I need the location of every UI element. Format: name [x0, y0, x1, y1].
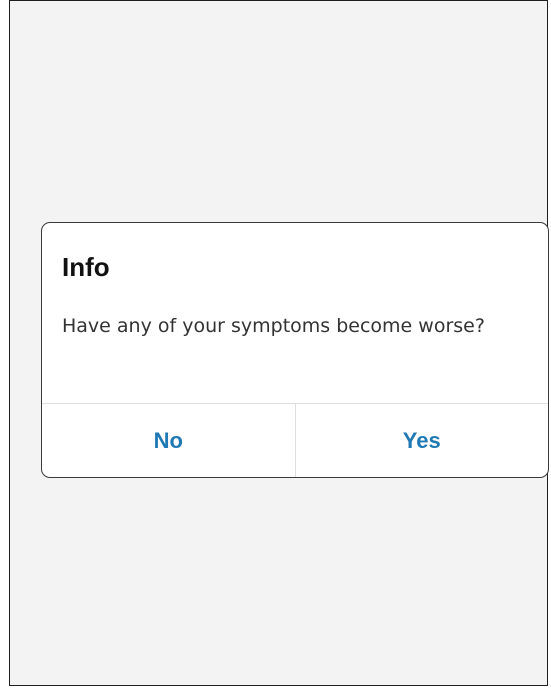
yes-button[interactable]: Yes — [294, 404, 549, 477]
dialog-actions: No Yes — [42, 403, 549, 477]
no-button[interactable]: No — [42, 404, 295, 477]
info-dialog: Info Have any of your symptoms become wo… — [41, 222, 549, 478]
app-screen: Info Have any of your symptoms become wo… — [9, 0, 549, 686]
dialog-title: Info — [62, 252, 110, 282]
dialog-message: Have any of your symptoms become worse? — [62, 315, 485, 337]
